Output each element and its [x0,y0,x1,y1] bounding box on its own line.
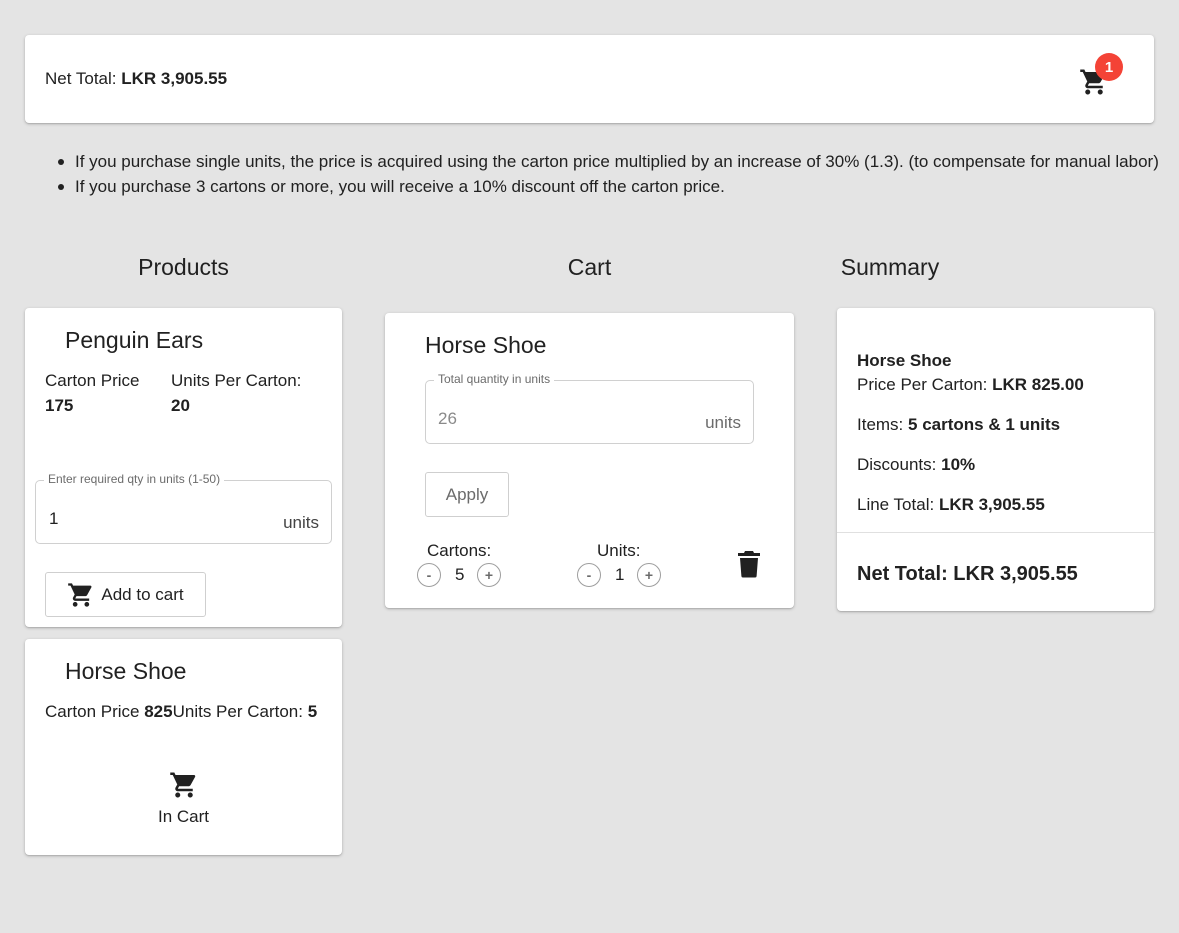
summary-net-total: Net Total: LKR 3,905.55 [857,563,1078,586]
total-qty-placeholder[interactable]: 26 [438,409,457,429]
in-cart-label: In Cart [157,807,210,826]
discounts-value: 10% [941,455,976,474]
summary-discounts: Discounts: 10% [857,455,975,475]
units-per-carton-label: Units Per Carton: [171,371,302,390]
price-per-carton-value: LKR 825.00 [992,375,1084,394]
rule-item: If you purchase 3 cartons or more, you w… [58,174,1160,199]
items-label: Items: [857,415,904,434]
product-card: Penguin Ears Carton Price 175 Units Per … [25,308,342,627]
net-total-label: Net Total: [45,69,117,88]
qty-unit-suffix: units [283,513,319,532]
units-label: Units: [597,541,641,560]
cartons-increment-button[interactable]: + [477,563,501,587]
summary-divider [837,532,1154,533]
cart-item-name: Horse Shoe [425,332,547,358]
header-net-total: Net Total: LKR 3,905.55 [45,69,227,89]
units-value: 1 [615,565,625,584]
summary-heading: Summary [840,254,940,280]
product-name: Horse Shoe [65,658,187,684]
cart-heading: Cart [567,254,612,280]
pricing-rules-list: If you purchase single units, the price … [58,149,1160,199]
rule-item: If you purchase single units, the price … [58,149,1160,174]
total-qty-label: Total quantity in units [434,372,555,386]
summary-items: Items: 5 cartons & 1 units [857,415,1060,435]
cart-count-badge: 1 [1095,53,1123,81]
qty-input-value[interactable]: 1 [49,509,58,529]
line-total-value: LKR 3,905.55 [938,495,1045,514]
summary-net-total-label: Net Total: [857,563,948,585]
carton-price-label: Carton Price [45,371,140,390]
cartons-label: Cartons: [427,541,492,560]
carton-price-value: 175 [45,396,74,415]
carton-price-value: 825 [144,702,173,721]
add-to-cart-button[interactable]: Add to cart [45,572,206,617]
product-name: Penguin Ears [65,327,204,353]
add-to-cart-label: Add to cart [101,584,184,604]
total-qty-input[interactable]: Total quantity in units 26 units [425,372,754,444]
net-total-value: LKR 3,905.55 [121,69,228,88]
units-decrement-button[interactable]: - [577,563,601,587]
apply-button[interactable]: Apply [425,472,509,517]
header-bar: Net Total: LKR 3,905.55 1 [25,35,1154,123]
cartons-value: 5 [455,565,465,584]
price-per-carton-label: Price Per Carton: [857,375,988,394]
cartons-decrement-button[interactable]: - [417,563,441,587]
line-total-label: Line Total: [857,495,935,514]
carton-price-label: Carton Price [45,702,140,721]
add-cart-icon [67,581,95,609]
product-price-line: Carton Price 825Units Per Carton: 5 [45,702,317,722]
summary-price-per-carton: Price Per Carton: LKR 825.00 [857,375,1084,395]
qty-input-label: Enter required qty in units (1-50) [44,472,225,486]
summary-net-total-value: LKR 3,905.55 [953,563,1078,585]
units-increment-button[interactable]: + [637,563,661,587]
summary-item-name: Horse Shoe [857,351,952,370]
units-per-carton-label: Units Per Carton: [172,702,303,721]
order-summary-card: Horse Shoe Price Per Carton: LKR 825.00 … [837,308,1154,611]
products-heading: Products [138,254,229,280]
items-value: 5 cartons & 1 units [908,415,1061,434]
in-cart-icon [169,770,199,800]
qty-input-field[interactable]: Enter required qty in units (1-50) 1 uni… [35,472,332,544]
units-per-carton-value: 20 [171,396,190,415]
total-qty-suffix: units [705,413,741,432]
discounts-label: Discounts: [857,455,937,474]
cart-item-card: Horse Shoe Total quantity in units 26 un… [385,313,794,608]
units-per-carton-value: 5 [307,702,318,721]
product-card: Horse Shoe Carton Price 825Units Per Car… [25,639,342,855]
trash-icon[interactable] [737,550,761,578]
summary-line-total: Line Total: LKR 3,905.55 [857,495,1045,515]
